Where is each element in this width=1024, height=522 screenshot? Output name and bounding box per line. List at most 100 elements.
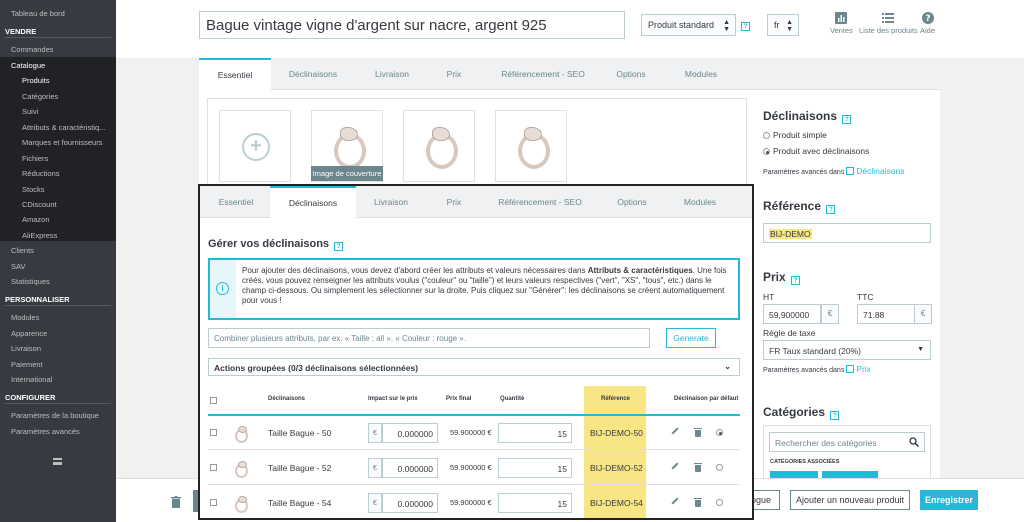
sidebar-item-monitoring[interactable]: Suivi xyxy=(22,107,38,116)
tab-pricing[interactable]: Prix xyxy=(435,58,473,90)
help-icon[interactable]: ? xyxy=(842,115,852,124)
price-impact-input[interactable]: 0.000000 xyxy=(382,493,438,513)
help-button[interactable]: ? Aide xyxy=(920,12,935,35)
sidebar-item-orders[interactable]: Commandes xyxy=(11,45,54,54)
row-checkbox[interactable] xyxy=(210,429,217,436)
edit-icon[interactable] xyxy=(671,497,679,505)
tab-combinations[interactable]: Déclinaisons xyxy=(277,58,349,90)
product-image-2[interactable] xyxy=(403,110,475,182)
default-radio[interactable] xyxy=(716,464,723,471)
reference-input[interactable]: BIJ-DEMO xyxy=(763,223,931,243)
default-radio[interactable] xyxy=(716,429,723,436)
sidebar-item-brands[interactable]: Marques et fournisseurs xyxy=(22,138,102,147)
category-search-input[interactable]: Rechercher des catégories xyxy=(769,432,925,452)
product-name-input[interactable] xyxy=(199,11,625,39)
sidebar-item-products[interactable]: Produits xyxy=(22,76,50,85)
sidebar-item-stats[interactable]: Statistiques xyxy=(11,277,50,286)
tab-options[interactable]: Options xyxy=(605,58,657,90)
tab-shipping[interactable]: Livraison xyxy=(357,58,427,90)
sidebar-item-categories[interactable]: Catégories xyxy=(22,92,58,101)
sidebar-item-appearance[interactable]: Apparence xyxy=(11,329,47,338)
language-select[interactable]: fr ▲ ▼ xyxy=(767,14,799,36)
price-ht-input[interactable]: 59,900000 xyxy=(763,304,821,324)
save-button[interactable]: Enregistrer xyxy=(920,490,978,510)
reference-value: BIJ-DEMO xyxy=(769,229,812,239)
tab-essentials[interactable]: Essentiel xyxy=(204,186,268,218)
tax-rule-value: FR Taux standard (20%) xyxy=(769,346,861,356)
currency-addon: € xyxy=(914,304,932,324)
row-checkbox[interactable] xyxy=(210,464,217,471)
tab-options[interactable]: Options xyxy=(608,186,656,218)
combinations-product-radio[interactable]: Produit avec déclinaisons xyxy=(763,146,869,156)
sidebar-item-dashboard[interactable]: Tableau de bord xyxy=(11,9,65,18)
edit-icon[interactable] xyxy=(671,462,679,470)
edit-icon[interactable] xyxy=(671,427,679,435)
sidebar-item-shipping[interactable]: Livraison xyxy=(11,344,41,353)
sidebar-item-attributes[interactable]: Attributs & caractéristiq... xyxy=(22,123,105,132)
add-image-button[interactable]: + xyxy=(219,110,291,182)
tab-shipping[interactable]: Livraison xyxy=(360,186,422,218)
sidebar-item-catalog[interactable]: Catalogue xyxy=(11,61,45,70)
sidebar-item-files[interactable]: Fichiers xyxy=(22,154,48,163)
default-radio[interactable] xyxy=(716,499,723,506)
trash-icon[interactable] xyxy=(171,496,181,508)
sidebar-item-cdiscount[interactable]: CDiscount xyxy=(22,200,57,209)
tab-pricing[interactable]: Prix xyxy=(436,186,472,218)
tab-essentials[interactable]: Essentiel xyxy=(199,58,271,90)
price-impact-input[interactable]: 0.000000 xyxy=(382,458,438,478)
collapse-menu-icon[interactable] xyxy=(53,458,62,465)
sidebar-item-discounts[interactable]: Réductions xyxy=(22,169,60,178)
simple-product-radio[interactable]: Produit simple xyxy=(763,130,827,140)
sidebar-item-international[interactable]: International xyxy=(11,375,52,384)
help-icon[interactable]: ? xyxy=(791,276,801,285)
sidebar-item-customers[interactable]: Clients xyxy=(11,246,34,255)
combinations-link[interactable]: Déclinaisons xyxy=(846,166,904,176)
product-type-select[interactable]: Produit standard ▲ ▼ xyxy=(641,14,736,36)
ttc-label: TTC xyxy=(857,292,874,302)
sales-button[interactable]: Ventes xyxy=(830,12,853,35)
price-link[interactable]: Prix xyxy=(846,364,871,374)
chart-icon xyxy=(835,12,848,24)
delete-icon[interactable] xyxy=(694,428,702,437)
product-list-button[interactable]: Liste des produits xyxy=(859,12,918,35)
manage-combinations-label: Gérer vos déclinaisons xyxy=(208,238,330,250)
sidebar-item-advanced-params[interactable]: Paramètres avancés xyxy=(11,427,80,436)
sidebar-item-shop-params[interactable]: Paramètres de la boutique xyxy=(11,411,99,420)
product-image-3[interactable] xyxy=(495,110,567,182)
delete-icon[interactable] xyxy=(694,498,702,507)
sidebar-item-stocks[interactable]: Stocks xyxy=(22,185,45,194)
sidebar-item-payment[interactable]: Paiement xyxy=(11,360,43,369)
sidebar-item-amazon[interactable]: Amazon xyxy=(22,215,50,224)
tab-modules[interactable]: Modules xyxy=(674,186,726,218)
sidebar-item-aliexpress[interactable]: AliExpress xyxy=(22,231,57,240)
bulk-actions-dropdown[interactable]: Actions groupées (0/3 déclinaisons sélec… xyxy=(208,358,740,376)
quantity-input[interactable]: 15 xyxy=(498,493,572,513)
help-icon[interactable]: ? xyxy=(830,411,840,420)
tab-seo[interactable]: Référencement - SEO xyxy=(490,186,590,218)
help-icon[interactable]: ? xyxy=(826,205,836,214)
sales-label: Ventes xyxy=(830,26,853,35)
select-all-checkbox[interactable] xyxy=(210,397,217,404)
tax-rule-select[interactable]: FR Taux standard (20%) ▼ xyxy=(763,340,931,360)
col-default: Déclinaison par défaut xyxy=(674,396,739,402)
price-ttc-input[interactable]: 71.88 xyxy=(857,304,915,324)
combination-name: Taille Bague - 54 xyxy=(268,498,332,508)
price-impact-input[interactable]: 0.000000 xyxy=(382,423,438,443)
help-icon[interactable]: ? xyxy=(334,242,344,251)
generate-button[interactable]: Generate xyxy=(666,328,716,348)
row-checkbox[interactable] xyxy=(210,499,217,506)
help-icon[interactable]: ? xyxy=(741,22,750,31)
col-final-price: Prix final xyxy=(446,396,472,402)
quantity-input[interactable]: 15 xyxy=(498,458,572,478)
combine-attributes-input[interactable]: Combiner plusieurs attributs, par ex. « … xyxy=(208,328,650,348)
attributes-link[interactable]: Attributs & caractéristiques xyxy=(588,266,693,275)
delete-icon[interactable] xyxy=(694,463,702,472)
tab-combinations[interactable]: Déclinaisons xyxy=(270,186,356,218)
add-new-product-button[interactable]: Ajouter un nouveau produit xyxy=(790,490,910,510)
tab-modules[interactable]: Modules xyxy=(675,58,727,90)
tab-seo[interactable]: Référencement - SEO xyxy=(493,58,593,90)
quantity-input[interactable]: 15 xyxy=(498,423,572,443)
sidebar-item-sav[interactable]: SAV xyxy=(11,262,25,271)
reference-title: Référence xyxy=(763,199,822,213)
sidebar-item-modules[interactable]: Modules xyxy=(11,313,39,322)
